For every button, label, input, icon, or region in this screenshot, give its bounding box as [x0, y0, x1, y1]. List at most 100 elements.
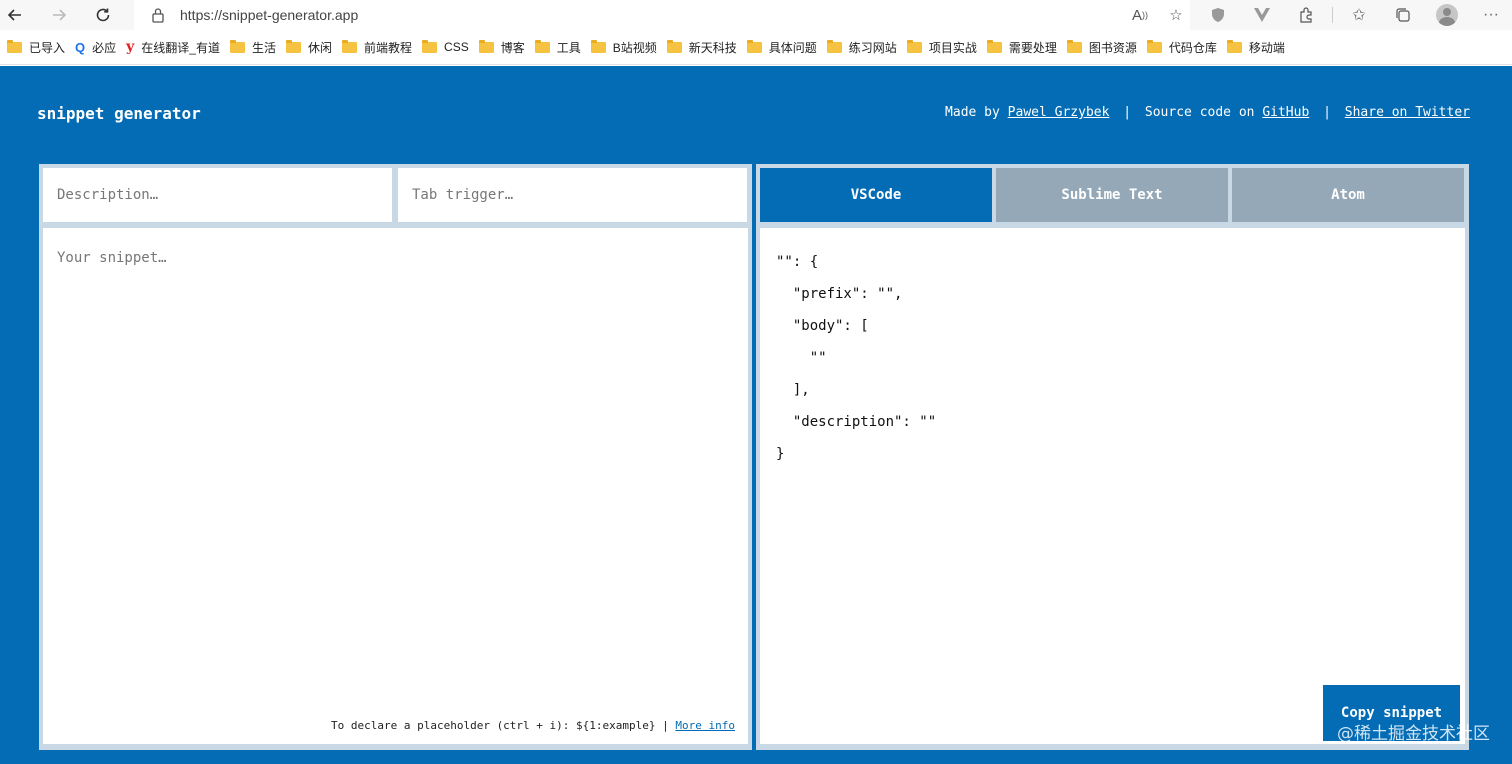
- folder-icon: [906, 39, 922, 53]
- bookmark-item[interactable]: 需要处理: [984, 35, 1064, 59]
- tab-trigger-input[interactable]: Tab trigger…: [398, 168, 747, 222]
- bookmark-item[interactable]: 博客: [476, 35, 532, 59]
- bookmark-label: B站视频: [612, 40, 657, 55]
- bookmark-label: 项目实战: [928, 40, 977, 55]
- input-panel: Description… Tab trigger… Your snippet… …: [39, 164, 752, 750]
- bookmark-label: 移动端: [1248, 40, 1285, 55]
- bookmark-label: 已导入: [29, 40, 66, 55]
- folder-icon: [534, 39, 550, 53]
- back-icon[interactable]: [0, 0, 30, 30]
- folder-icon: [478, 39, 494, 53]
- vue-devtools-icon[interactable]: [1244, 1, 1280, 29]
- more-menu-icon[interactable]: ···: [1473, 1, 1509, 29]
- folder-icon: [1146, 39, 1162, 53]
- code-line: "": {: [776, 254, 819, 270]
- bookmark-item[interactable]: CSS: [419, 35, 476, 59]
- favorites-icon[interactable]: ✩: [1341, 1, 1377, 29]
- code-block: "": { "prefix": "", "body": [ "" ], "des…: [776, 246, 936, 470]
- bookmark-item[interactable]: Q 必应: [72, 35, 123, 59]
- tab-sublime-text[interactable]: Sublime Text: [996, 168, 1228, 222]
- snippet-output: "": { "prefix": "", "body": [ "" ], "des…: [760, 228, 1465, 744]
- bookmark-item[interactable]: 工具: [532, 35, 588, 59]
- made-by-text: Made by: [945, 105, 1000, 120]
- bookmark-item[interactable]: 项目实战: [904, 35, 984, 59]
- author-link[interactable]: Pawel Grzybek: [1008, 105, 1110, 120]
- app-container: snippet generator Made by Pawel Grzybek …: [0, 66, 1512, 764]
- profile-icon[interactable]: [1429, 1, 1465, 29]
- bookmark-item[interactable]: B站视频: [588, 35, 664, 59]
- description-input[interactable]: Description…: [43, 168, 392, 222]
- bookmark-label: 必应: [92, 40, 117, 55]
- address-bar[interactable]: https://snippet-generator.app A)) ☆: [134, 0, 1190, 30]
- bookmark-item[interactable]: 图书资源: [1064, 35, 1144, 59]
- app-logo[interactable]: snippet generator: [37, 104, 201, 123]
- bookmark-label: 生活: [251, 40, 276, 55]
- folder-icon: [666, 39, 682, 53]
- bookmark-item[interactable]: 新天科技: [664, 35, 744, 59]
- bookmark-label: 新天科技: [688, 40, 737, 55]
- tab-vscode[interactable]: VSCode: [760, 168, 992, 222]
- code-line: "body": [: [776, 318, 869, 334]
- bookmark-label: 具体问题: [768, 40, 817, 55]
- collections-icon[interactable]: [1385, 1, 1421, 29]
- bookmark-item[interactable]: 生活: [227, 35, 283, 59]
- bookmark-item[interactable]: y 在线翻译_有道: [123, 35, 227, 59]
- add-favorite-icon[interactable]: ☆: [1162, 1, 1190, 29]
- divider: |: [1123, 105, 1132, 120]
- folder-icon: [746, 39, 762, 53]
- bookmark-label: 休闲: [308, 40, 333, 55]
- code-line: "prefix": "",: [776, 286, 903, 302]
- share-twitter-link[interactable]: Share on Twitter: [1345, 105, 1470, 120]
- search-icon: Q: [75, 39, 86, 55]
- folder-icon: [342, 39, 358, 53]
- bookmark-label: 博客: [500, 40, 525, 55]
- bookmark-label: 练习网站: [848, 40, 897, 55]
- folder-icon: [1226, 39, 1242, 53]
- forward-icon[interactable]: [44, 0, 74, 30]
- more-info-link[interactable]: More info: [675, 719, 735, 732]
- bookmark-label: 代码仓库: [1168, 40, 1217, 55]
- header-credits: Made by Pawel Grzybek | Source code on G…: [945, 105, 1470, 120]
- bookmark-item[interactable]: 已导入: [4, 35, 72, 59]
- bookmark-item[interactable]: 前端教程: [339, 35, 419, 59]
- toolbar-divider: [1332, 7, 1333, 23]
- output-panel: VSCode Sublime Text Atom "": { "prefix":…: [756, 164, 1469, 750]
- folder-icon: [7, 39, 22, 53]
- folder-icon: [1066, 39, 1082, 53]
- youdao-icon: y: [126, 39, 135, 55]
- folder-icon: [590, 39, 606, 53]
- folder-icon: [229, 39, 245, 53]
- divider: |: [1323, 105, 1331, 120]
- refresh-icon[interactable]: [88, 0, 118, 30]
- hint-text: To declare a placeholder (ctrl + i): ${1…: [331, 719, 669, 732]
- code-line: ],: [776, 382, 810, 398]
- bookmark-label: 前端教程: [364, 40, 413, 55]
- folder-icon: [986, 39, 1002, 53]
- bookmark-label: 图书资源: [1088, 40, 1137, 55]
- url-text[interactable]: https://snippet-generator.app: [180, 7, 358, 23]
- placeholder-hint: To declare a placeholder (ctrl + i): ${1…: [331, 719, 735, 732]
- shield-icon[interactable]: [1200, 1, 1236, 29]
- snippet-placeholder: Your snippet…: [57, 250, 167, 266]
- tab-atom[interactable]: Atom: [1232, 168, 1464, 222]
- code-line: "description": "": [776, 414, 937, 430]
- watermark: @稀土掘金技术社区: [1337, 724, 1490, 744]
- bookmarks-bar: 已导入 Q 必应 y 在线翻译_有道 生活 休闲 前端教程 CSS 博客 工具 B站…: [0, 30, 1512, 65]
- app-header: snippet generator Made by Pawel Grzybek …: [0, 66, 1512, 164]
- bookmark-item[interactable]: 休闲: [283, 35, 339, 59]
- github-link[interactable]: GitHub: [1262, 105, 1309, 120]
- read-aloud-icon[interactable]: A)): [1126, 1, 1154, 29]
- code-line: "": [776, 350, 827, 366]
- bookmark-item[interactable]: 代码仓库: [1144, 35, 1224, 59]
- bookmark-item[interactable]: 具体问题: [744, 35, 824, 59]
- bookmark-item[interactable]: 练习网站: [824, 35, 904, 59]
- extensions-icon[interactable]: [1288, 1, 1324, 29]
- bookmark-label: 需要处理: [1008, 40, 1057, 55]
- folder-icon: [286, 39, 301, 53]
- browser-toolbar: https://snippet-generator.app A)) ☆ ✩ ··…: [0, 0, 1512, 30]
- snippet-textarea[interactable]: Your snippet… To declare a placeholder (…: [43, 228, 748, 744]
- code-line: }: [776, 446, 785, 462]
- bookmark-item[interactable]: 移动端: [1224, 35, 1292, 59]
- lock-icon[interactable]: [148, 5, 168, 25]
- folder-icon: [422, 39, 438, 53]
